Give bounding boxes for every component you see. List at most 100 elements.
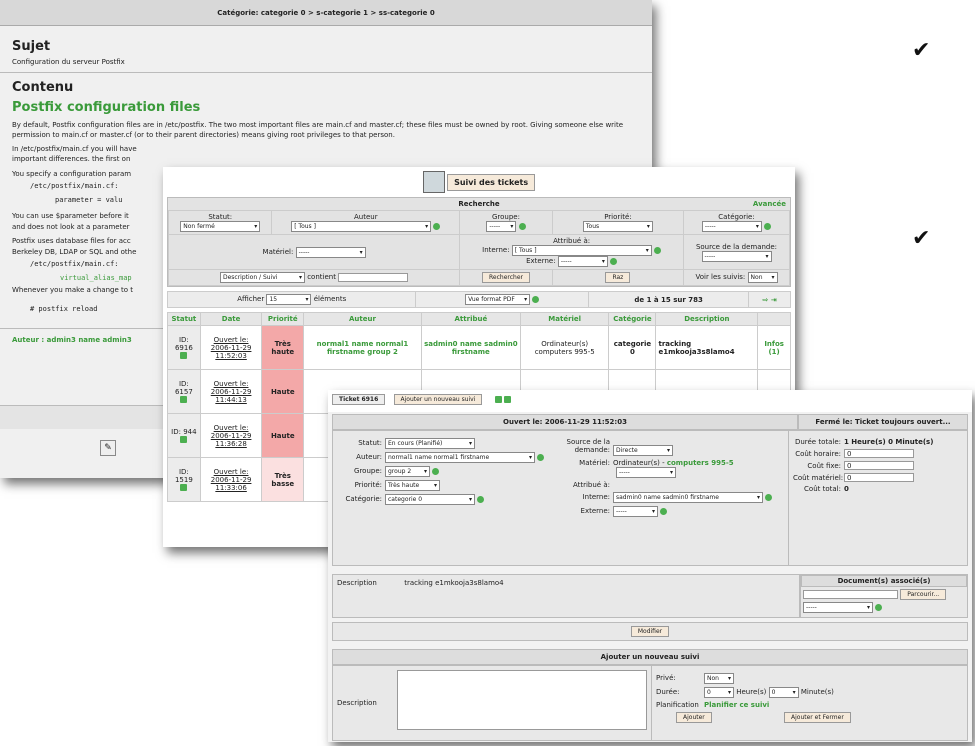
ticket-id[interactable]: ID: 6916 [167,325,201,370]
add-icon[interactable] [765,493,773,501]
reset-cell: Raz [551,269,685,286]
priority-cell: Haute [261,413,305,458]
ticket-id[interactable]: ID: 944 [167,413,201,458]
add-button[interactable]: Ajouter [676,712,712,723]
tab-ticket[interactable]: Ticket 6916 [332,394,386,405]
priority-cell: Très basse [261,457,305,502]
documents-box: Document(s) associé(s) Parcourir... ----… [800,574,968,618]
total-duration: 1 Heure(s) 0 Minute(s) [844,438,934,446]
material-cost-input[interactable]: 0 [844,473,914,482]
ticket-date[interactable]: Ouvert le: 2006-11-29 11:52:03 [199,325,263,370]
export-go-icon[interactable] [532,295,540,303]
cost-fields: Durée totale: 1 Heure(s) 0 Minute(s) Coût… [788,431,967,565]
page-size-select[interactable]: 15 [266,294,312,305]
interne-select[interactable]: sadmin0 name sadmin0 firstname [613,492,763,503]
ticket-id[interactable]: ID: 6157 [167,369,201,414]
auteur-select[interactable]: [ Tous ] [291,221,432,232]
column-header[interactable]: Description [655,312,759,326]
advanced-link[interactable]: Avancée [753,200,786,208]
followup-description-input[interactable] [397,670,647,730]
total-cost: 0 [844,485,849,493]
add-icon[interactable] [764,222,772,230]
table-row[interactable]: ID: 6916 Ouvert le: 2006-11-29 11:52:03 Trè… [167,325,791,370]
groupe-filter: Groupe: ----- [459,210,553,235]
externe-select[interactable]: ----- [613,506,658,517]
ticket-id[interactable]: ID: 1519 [167,457,201,502]
infos-link[interactable]: Infos (1) [757,325,791,370]
auteur-select[interactable]: normal1 name normal1 firstname [385,452,535,463]
description-box: Description tracking e1mkooja3s8lamo4 [332,574,800,618]
statut-select[interactable]: Non fermé [180,221,261,232]
fixed-cost-input[interactable]: 0 [844,461,914,470]
add-icon[interactable] [518,222,526,230]
middle-fields: Source de la demande:Directe Matériel:Or… [558,431,788,565]
field-select[interactable]: Description / Suivi [219,272,305,283]
interne-select[interactable]: [ Tous ] [511,245,652,256]
attribue-filter: Attribué à:Interne: [ Tous ] Externe: --… [459,234,684,270]
prev-icon[interactable] [494,395,502,403]
private-select[interactable]: Non [704,673,734,684]
assigned-cell[interactable]: sadmin0 name sadmin0 firstname [420,325,522,370]
ticket-tabs: Ticket 6916 Ajouter un nouveau suivi [328,390,972,412]
materiel-select[interactable]: ----- [616,467,676,478]
column-header[interactable]: Auteur [303,312,422,326]
tab-add-followup[interactable]: Ajouter un nouveau suivi [393,394,483,405]
column-header[interactable]: Date [199,312,263,326]
priorite-select[interactable]: Tous [582,221,653,232]
add-icon[interactable] [875,603,883,611]
groupe-select[interactable]: group 2 [385,466,430,477]
add-icon[interactable] [433,222,441,230]
author-cell[interactable]: normal1 name normal1 firstname group 2 [303,325,422,370]
status-icon [180,396,188,403]
materiel-select[interactable]: ----- [295,246,366,258]
description-row: Description tracking e1mkooja3s8lamo4 Do… [332,574,968,618]
edit-icon[interactable]: ✎ [100,440,116,456]
reset-button[interactable]: Raz [605,272,631,283]
categorie-select[interactable]: categorie 0 [385,494,475,505]
hourly-cost-input[interactable]: 0 [844,449,914,458]
ticket-header: Ouvert le: 2006-11-29 11:52:03 Fermé le:… [332,414,968,430]
column-header[interactable]: Matériel [519,312,610,326]
hours-select[interactable]: 0 [704,687,734,698]
externe-select[interactable]: ----- [557,256,608,267]
groupe-select[interactable]: ----- [486,221,517,232]
add-icon[interactable] [654,246,662,254]
document-select[interactable]: ----- [803,602,873,613]
add-icon[interactable] [537,453,545,461]
materiel-link[interactable]: computers 995-5 [667,459,734,467]
browse-button[interactable]: Parcourir... [900,589,947,600]
add-icon[interactable] [432,467,440,475]
source-select[interactable]: Directe [613,445,673,456]
file-input[interactable] [803,589,898,599]
add-close-button[interactable]: Ajouter et Fermer [784,712,851,723]
categorie-select[interactable]: ----- [701,221,762,232]
priorite-select[interactable]: Très haute [385,480,440,491]
material-cell[interactable]: Ordinateur(s) computers 995-5 [519,325,610,370]
minutes-select[interactable]: 0 [768,687,799,698]
add-icon[interactable] [477,495,485,503]
ticket-date[interactable]: Ouvert le: 2006-11-29 11:36:28 [199,413,263,458]
search-button[interactable]: Rechercher [482,272,530,283]
column-header[interactable]: Attribué [420,312,522,326]
add-icon[interactable] [660,507,668,515]
source-select[interactable]: ----- [701,250,772,262]
statut-select[interactable]: En cours (Planifié) [385,438,475,449]
description-cell[interactable]: tracking e1mkooja3s8lamo4 [655,325,759,370]
voir-select[interactable]: Non [747,272,778,283]
next-page-icon[interactable]: ⇨ ⇥ [748,291,791,308]
schedule-link[interactable]: Planifier ce suivi [704,701,769,709]
column-header[interactable]: Priorité [261,312,305,326]
add-icon[interactable] [610,257,618,265]
contains-input[interactable] [338,272,409,282]
column-header[interactable]: Statut [167,312,201,326]
ticket-date[interactable]: Ouvert le: 2006-11-29 11:44:13 [199,369,263,414]
ticket-date[interactable]: Ouvert le: 2006-11-29 11:33:06 [199,457,263,502]
add-followup-form: Description Privé:Non Durée:0 Heure(s) 0… [332,665,968,741]
column-header[interactable]: Catégorie [608,312,657,326]
modify-button[interactable]: Modifier [630,626,670,637]
priorite-filter: Priorité: Tous [551,210,685,235]
pager-bar: Afficher 15 éléments Vue format PDF de 1… [166,291,791,308]
column-header[interactable] [757,312,791,326]
export-select[interactable]: Vue format PDF [465,294,531,305]
next-icon[interactable] [503,395,511,403]
